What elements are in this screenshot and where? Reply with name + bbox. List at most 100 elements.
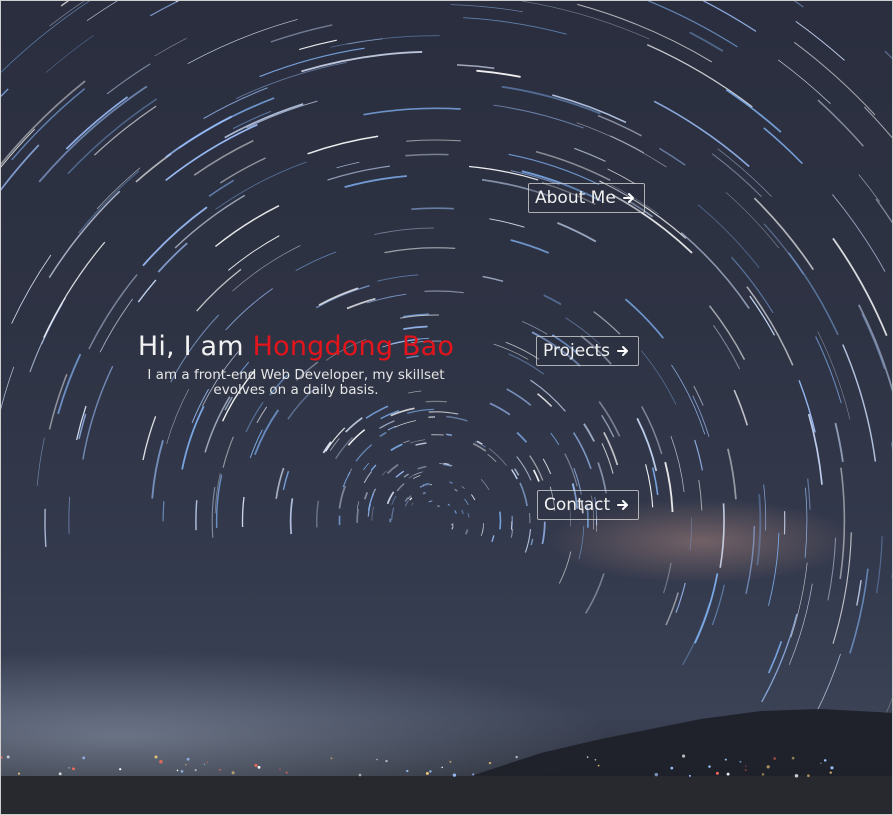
star-trail [379, 420, 395, 429]
star-trail [756, 494, 762, 566]
star-trail [834, 422, 844, 463]
city-light [708, 765, 711, 768]
star-trail [689, 517, 693, 551]
star-trail [154, 37, 187, 57]
city-light [176, 769, 179, 772]
star-trail [777, 59, 831, 105]
star-trail [355, 444, 373, 462]
star-trail [876, 536, 883, 594]
city-light [830, 766, 834, 770]
star-trail [817, 99, 864, 147]
city-light [715, 771, 719, 775]
city-light [6, 755, 10, 759]
city-light [586, 756, 589, 758]
star-trail [211, 486, 216, 538]
star-trail [259, 47, 365, 78]
star-trail-background [1, 1, 892, 814]
contact-button[interactable]: Contact [537, 490, 640, 520]
star-trail [767, 641, 783, 674]
hero-subtitle: I am a front-end Web Developer, my skill… [147, 367, 445, 398]
projects-button[interactable]: Projects [536, 336, 640, 366]
star-trail [68, 496, 71, 534]
about-me-label: About Me [535, 188, 616, 208]
city-light [791, 756, 795, 760]
star-trail [404, 497, 409, 503]
star-trail [181, 405, 205, 470]
city-light [285, 771, 288, 774]
star-trail [670, 435, 685, 493]
star-trail [363, 462, 370, 471]
city-light [330, 757, 333, 760]
star-trail [663, 562, 672, 594]
star-trail [641, 350, 677, 405]
star-trail [464, 498, 469, 506]
star-trail [347, 429, 366, 446]
star-trail [645, 464, 654, 508]
star-trail [298, 39, 337, 51]
star-trail [450, 4, 523, 13]
star-trail [356, 501, 360, 510]
star-trail [725, 89, 782, 133]
star-trail [363, 107, 461, 116]
star-trail [532, 469, 540, 482]
star-trail [807, 478, 811, 510]
star-trail [446, 433, 453, 436]
star-trail [607, 168, 636, 185]
star-trail [214, 205, 280, 248]
city-light [745, 765, 747, 767]
star-trail [745, 525, 756, 594]
hero-title: Hi, I am Hongdong Bao [121, 331, 471, 362]
star-trail [334, 436, 354, 460]
star-trail [422, 482, 430, 487]
star-trail [345, 417, 363, 433]
star-trail [151, 440, 164, 499]
page: Hi, I am Hongdong Bao I am a front-end W… [0, 0, 893, 815]
star-trail [530, 538, 534, 546]
star-trail [603, 431, 619, 466]
star-trail [543, 294, 562, 306]
star-trail [491, 535, 495, 543]
star-trail [708, 305, 746, 360]
star-trail [675, 582, 686, 613]
star-trail [493, 104, 584, 129]
star-trail [412, 475, 421, 479]
about-me-button[interactable]: About Me [528, 183, 645, 213]
star-trail [449, 481, 453, 484]
city-light [449, 760, 452, 763]
star-trail [387, 425, 396, 431]
star-trail [43, 241, 106, 338]
star-trail [367, 493, 375, 511]
star-trail [601, 414, 615, 438]
star-trail [832, 532, 852, 644]
star-trail [403, 440, 410, 444]
star-trail [417, 465, 427, 470]
star-trail [584, 573, 605, 614]
star-trail [461, 509, 464, 515]
star-trail [336, 161, 360, 169]
star-trail [428, 411, 459, 415]
star-trail [664, 461, 674, 513]
star-trail [482, 275, 504, 283]
star-trail [379, 431, 387, 438]
star-trail [839, 467, 846, 580]
city-light [670, 766, 674, 770]
city-light [807, 774, 810, 778]
star-trail [697, 204, 760, 269]
star-trail [471, 494, 476, 501]
star-trail [346, 297, 376, 310]
star-trail [807, 413, 823, 485]
city-light [739, 760, 742, 763]
city-light [185, 763, 187, 766]
star-trail [576, 122, 667, 168]
star-trail [476, 69, 521, 78]
city-light [18, 772, 20, 775]
star-trail [542, 458, 552, 475]
star-trail [57, 353, 82, 415]
star-trail [647, 1, 738, 48]
city-light [654, 772, 659, 777]
city-light [257, 765, 261, 769]
hero-name: Hongdong Bao [252, 331, 455, 362]
star-trail [597, 114, 642, 137]
star-trail [541, 521, 546, 545]
star-trail [817, 331, 851, 420]
